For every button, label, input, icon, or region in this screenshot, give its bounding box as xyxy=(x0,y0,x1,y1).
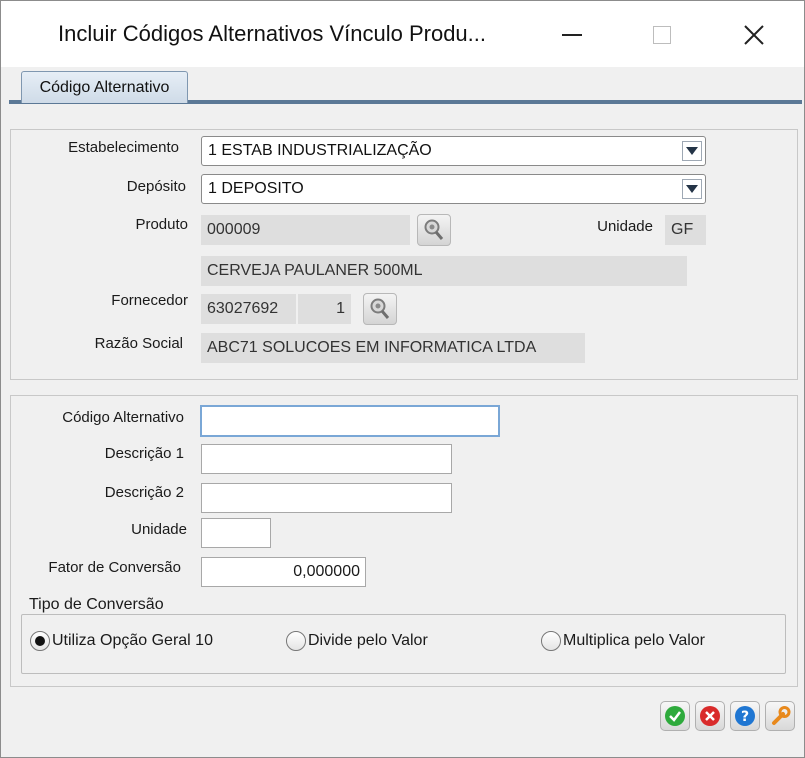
radio-utiliza-opcao-geral[interactable]: Utiliza Opção Geral 10 xyxy=(30,631,213,651)
chevron-down-icon xyxy=(686,185,698,193)
descricao1-label: Descrição 1 xyxy=(104,445,184,462)
window-title: Incluir Códigos Alternativos Vínculo Pro… xyxy=(58,21,487,46)
estabelecimento-select[interactable]: 1 ESTAB INDUSTRIALIZAÇÃO xyxy=(201,136,706,166)
search-icon xyxy=(424,219,444,240)
dialog-body: Código Alternativo Estabelecimento 1 EST… xyxy=(1,67,804,757)
radio-unselected-icon xyxy=(541,631,561,651)
tab-codigo-alternativo[interactable]: Código Alternativo xyxy=(21,71,188,103)
cancel-button[interactable] xyxy=(695,701,725,731)
unidade-produto-field: GF xyxy=(665,215,706,245)
minimize-icon xyxy=(562,34,582,36)
confirm-button[interactable] xyxy=(660,701,690,731)
dialog-window: Incluir Códigos Alternativos Vínculo Pro… xyxy=(0,0,805,758)
produto-code-field: 000009 xyxy=(201,215,410,245)
radio-divide-pelo-valor[interactable]: Divide pelo Valor xyxy=(286,631,428,651)
deposito-select[interactable]: 1 DEPOSITO xyxy=(201,174,706,204)
radio-label: Divide pelo Valor xyxy=(308,632,428,649)
close-window-button[interactable] xyxy=(731,15,777,55)
fator-conversao-label: Fator de Conversão xyxy=(48,559,181,576)
settings-button[interactable] xyxy=(765,701,795,731)
deposito-dropdown-button[interactable] xyxy=(682,179,702,199)
search-icon xyxy=(370,298,390,319)
fator-conversao-input[interactable]: 0,000000 xyxy=(201,557,366,587)
unidade-input[interactable] xyxy=(201,518,271,548)
radio-multiplica-pelo-valor[interactable]: Multiplica pelo Valor xyxy=(541,631,705,651)
radio-label: Utiliza Opção Geral 10 xyxy=(52,632,213,649)
close-icon xyxy=(700,706,720,726)
minimize-button[interactable] xyxy=(549,15,595,55)
descricao2-input[interactable] xyxy=(201,483,452,513)
codigo-alternativo-input[interactable] xyxy=(200,405,500,437)
fornecedor-label: Fornecedor xyxy=(111,292,188,309)
tab-strip: Código Alternativo xyxy=(1,67,804,104)
check-icon xyxy=(665,706,685,726)
codigo-alternativo-label: Código Alternativo xyxy=(62,409,184,426)
radio-dot xyxy=(35,636,45,646)
radio-unselected-icon xyxy=(286,631,306,651)
chevron-down-icon xyxy=(686,147,698,155)
wrench-icon xyxy=(772,706,791,725)
tipo-conversao-title: Tipo de Conversão xyxy=(26,596,167,614)
descricao2-label: Descrição 2 xyxy=(104,484,184,501)
help-icon: ? xyxy=(735,706,755,726)
deposito-label: Depósito xyxy=(126,178,186,195)
unidade-label: Unidade xyxy=(131,521,187,538)
unidade-produto-label: Unidade xyxy=(597,218,653,235)
produto-label: Produto xyxy=(135,216,188,233)
descricao1-input[interactable] xyxy=(201,444,452,474)
estabelecimento-label: Estabelecimento xyxy=(68,139,179,156)
radio-label: Multiplica pelo Valor xyxy=(563,632,705,649)
estabelecimento-value: 1 ESTAB INDUSTRIALIZAÇÃO xyxy=(208,142,432,159)
fornecedor-code-field: 63027692 xyxy=(201,294,296,324)
estabelecimento-dropdown-button[interactable] xyxy=(682,141,702,161)
fornecedor-seq-field: 1 xyxy=(298,294,351,324)
maximize-icon xyxy=(653,26,671,44)
razao-social-label: Razão Social xyxy=(94,335,183,352)
deposito-value: 1 DEPOSITO xyxy=(208,180,304,197)
fornecedor-lookup-button[interactable] xyxy=(363,293,397,325)
svg-text:?: ? xyxy=(741,709,749,725)
close-window-icon xyxy=(744,25,764,45)
produto-description-field: CERVEJA PAULANER 500ML xyxy=(201,256,687,286)
produto-lookup-button[interactable] xyxy=(417,214,451,246)
radio-selected-icon xyxy=(30,631,50,651)
title-bar: Incluir Códigos Alternativos Vínculo Pro… xyxy=(1,1,804,67)
help-button[interactable]: ? xyxy=(730,701,760,731)
maximize-button[interactable] xyxy=(639,15,685,55)
razao-social-field: ABC71 SOLUCOES EM INFORMATICA LTDA xyxy=(201,333,585,363)
